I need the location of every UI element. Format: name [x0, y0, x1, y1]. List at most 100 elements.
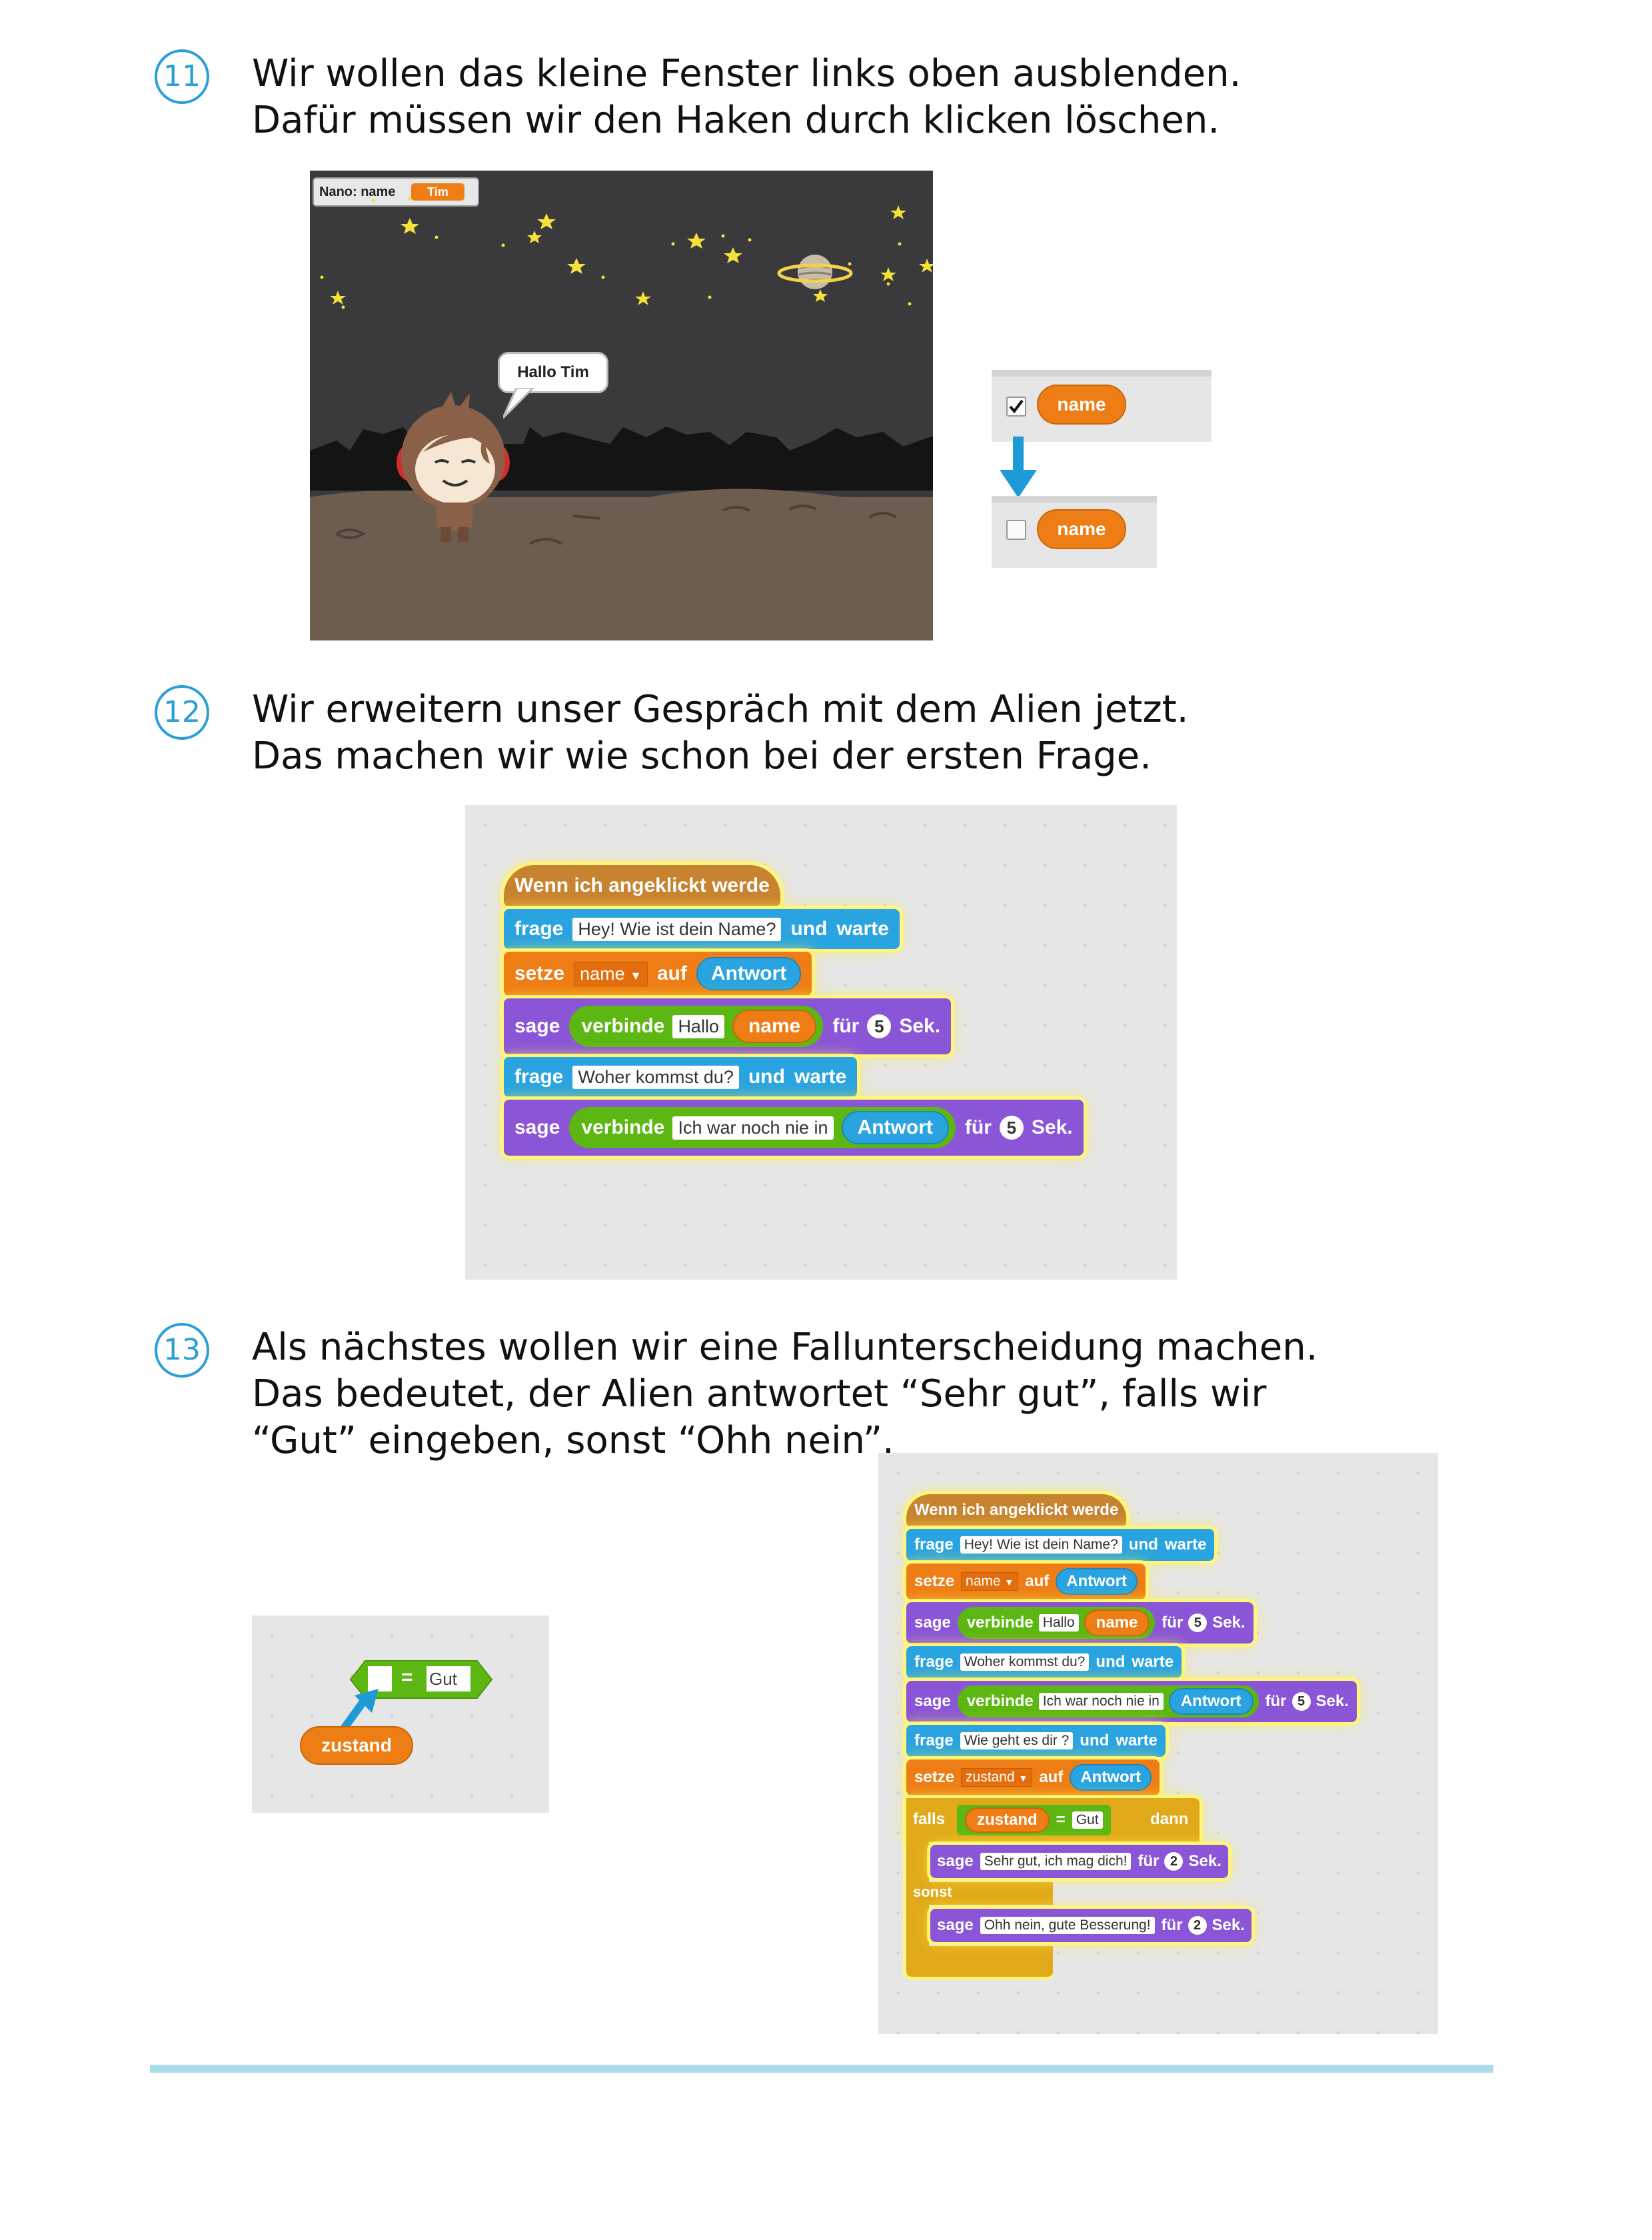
say-sek: Sek.: [1212, 1916, 1245, 1934]
say-block-3[interactable]: sage Sehr gut, ich mag dich! für 2 Sek.: [930, 1845, 1228, 1878]
join-text-2[interactable]: Ich war noch nie in: [672, 1116, 834, 1140]
say-keyword: sage: [914, 1692, 951, 1710]
say-text[interactable]: Sehr gut, ich mag dich!: [980, 1853, 1132, 1870]
checkmark-icon: [1009, 399, 1024, 414]
answer-reporter[interactable]: Antwort: [1056, 1568, 1138, 1595]
compare-right-input[interactable]: Gut: [426, 1666, 470, 1691]
join-text-2[interactable]: Ich war noch nie in: [1038, 1693, 1164, 1710]
set-block-2[interactable]: setze zustand ▼ auf Antwort: [906, 1759, 1160, 1795]
answer-label: Antwort: [1180, 1692, 1241, 1710]
say-fuer: für: [1161, 1916, 1183, 1934]
join-keyword: verbinde: [966, 1614, 1034, 1632]
join-text-1[interactable]: Hallo: [672, 1014, 724, 1038]
set-keyword: setze: [914, 1768, 955, 1786]
say-fuer: für: [964, 1116, 992, 1138]
hat-block[interactable]: Wenn ich angeklickt werde: [504, 865, 780, 906]
checkbox-checked[interactable]: [1006, 397, 1026, 417]
ask-keyword: frage: [514, 1066, 564, 1088]
else-keyword: sonst: [913, 1883, 952, 1900]
ask-und: und: [748, 1066, 785, 1088]
chevron-down-icon: ▼: [1004, 1577, 1014, 1588]
say-seconds[interactable]: 5: [1188, 1614, 1208, 1632]
say-seconds[interactable]: 5: [867, 1014, 892, 1038]
say-block-1[interactable]: sage verbinde Hallo name für 5 Sek.: [504, 998, 952, 1054]
checkbox-unchecked[interactable]: [1006, 520, 1026, 540]
zustand-reporter[interactable]: zustand: [965, 1807, 1050, 1833]
if-keyword: falls: [913, 1810, 946, 1828]
variable-dropdown[interactable]: zustand ▼: [961, 1768, 1033, 1787]
variable-dropdown[interactable]: name ▼: [574, 961, 648, 986]
join-block-1[interactable]: verbinde Hallo name: [569, 1006, 824, 1047]
alien-character[interactable]: [383, 391, 530, 551]
say-keyword: sage: [937, 1916, 974, 1934]
name-reporter[interactable]: name: [732, 1010, 817, 1043]
step-11-line-2: Dafür müssen wir den Haken durch klicken…: [252, 99, 1220, 142]
script-2: Wenn ich angeklickt werde frage Hey! Wie…: [906, 1494, 1357, 1979]
ask-text-input[interactable]: Hey! Wie ist dein Name?: [572, 917, 782, 941]
join-block-1[interactable]: verbinde Hallo name: [957, 1607, 1156, 1639]
equals-sign: =: [1056, 1811, 1066, 1829]
footer-divider: [150, 2065, 1493, 2073]
say-fuer: für: [1265, 1692, 1287, 1710]
zustand-label: zustand: [977, 1811, 1038, 1829]
ask-keyword: frage: [514, 918, 564, 940]
ask-block-2[interactable]: frage Woher kommst du? und warte: [906, 1646, 1182, 1678]
set-auf: auf: [656, 962, 687, 984]
step-number-11: 11: [155, 49, 209, 104]
ask-text-input[interactable]: Woher kommst du?: [572, 1065, 739, 1089]
compare-eq: =: [401, 1666, 413, 1688]
ask-block-3[interactable]: frage Wie geht es dir ? und warte: [906, 1725, 1166, 1757]
variable-dropdown[interactable]: name ▼: [961, 1572, 1019, 1591]
zustand-reporter[interactable]: zustand: [300, 1726, 413, 1765]
answer-label: Antwort: [857, 1116, 933, 1138]
set-block[interactable]: setze name ▼ auf Antwort: [504, 952, 812, 996]
name-reporter-unchecked[interactable]: name: [1037, 509, 1126, 549]
equals-value[interactable]: Gut: [1072, 1811, 1103, 1829]
say-seconds[interactable]: 2: [1164, 1852, 1184, 1871]
checkbox-before-panel: name: [992, 370, 1212, 442]
equals-block[interactable]: zustand = Gut: [957, 1805, 1111, 1835]
say-seconds[interactable]: 5: [1291, 1692, 1311, 1711]
ask-und: und: [1128, 1536, 1158, 1554]
join-text-1[interactable]: Hallo: [1038, 1614, 1079, 1632]
say-seconds[interactable]: 5: [999, 1116, 1024, 1140]
ask-warte: warte: [794, 1066, 847, 1088]
set-block-1[interactable]: setze name ▼ auf Antwort: [906, 1564, 1146, 1600]
say-block-1[interactable]: sage verbinde Hallo name für 5 Sek.: [906, 1602, 1253, 1644]
hat-block[interactable]: Wenn ich angeklickt werde: [906, 1494, 1127, 1526]
say-block-2[interactable]: sage verbinde Ich war noch nie in Antwor…: [504, 1100, 1084, 1156]
say-block-2[interactable]: sage verbinde Ich war noch nie in Antwor…: [906, 1681, 1357, 1722]
scratch-stage: Nano: name Tim Hallo Tim: [310, 171, 933, 640]
chevron-down-icon: ▼: [630, 968, 642, 982]
ask-text-input[interactable]: Woher kommst du?: [960, 1654, 1090, 1671]
join-block-2[interactable]: verbinde Ich war noch nie in Antwort: [569, 1107, 956, 1148]
ask-und: und: [1080, 1731, 1110, 1749]
reporter-label: name: [1057, 519, 1106, 539]
name-reporter[interactable]: name: [1084, 1610, 1150, 1636]
say-text[interactable]: Ohh nein, gute Besserung!: [980, 1917, 1155, 1934]
step-11-text: Wir wollen das kleine Fenster links oben…: [252, 51, 1241, 144]
join-keyword: verbinde: [581, 1015, 665, 1037]
say-fuer: für: [1138, 1852, 1160, 1870]
say-seconds[interactable]: 2: [1188, 1916, 1207, 1935]
step-13-line-1: Als nächstes wollen wir eine Falluntersc…: [252, 1326, 1318, 1369]
ask-block-1[interactable]: frage Hey! Wie ist dein Name? und warte: [906, 1529, 1215, 1561]
join-block-2[interactable]: verbinde Ich war noch nie in Antwort: [957, 1685, 1259, 1717]
ask-text-input[interactable]: Wie geht es dir ?: [960, 1732, 1074, 1749]
if-else-block[interactable]: falls zustand = Gut dann sage Sehr gut, …: [906, 1798, 1251, 1977]
say-keyword: sage: [514, 1116, 560, 1138]
ask-block-1[interactable]: frage Hey! Wie ist dein Name? und warte: [504, 909, 900, 949]
say-sek: Sek.: [899, 1015, 941, 1037]
ask-keyword: frage: [914, 1653, 954, 1671]
answer-reporter[interactable]: Antwort: [1168, 1688, 1253, 1715]
name-reporter-checked[interactable]: name: [1037, 385, 1126, 425]
answer-reporter[interactable]: Antwort: [1070, 1764, 1152, 1791]
answer-reporter[interactable]: Antwort: [696, 957, 802, 990]
step-number-13: 13: [155, 1323, 209, 1378]
ask-und: und: [790, 918, 828, 940]
ask-text-input[interactable]: Hey! Wie ist dein Name?: [960, 1536, 1122, 1554]
ask-block-2[interactable]: frage Woher kommst du? und warte: [504, 1057, 858, 1097]
say-block-4[interactable]: sage Ohh nein, gute Besserung! für 2 Sek…: [930, 1909, 1251, 1942]
checkbox-after-panel: name: [992, 496, 1157, 568]
answer-reporter[interactable]: Antwort: [841, 1111, 949, 1144]
